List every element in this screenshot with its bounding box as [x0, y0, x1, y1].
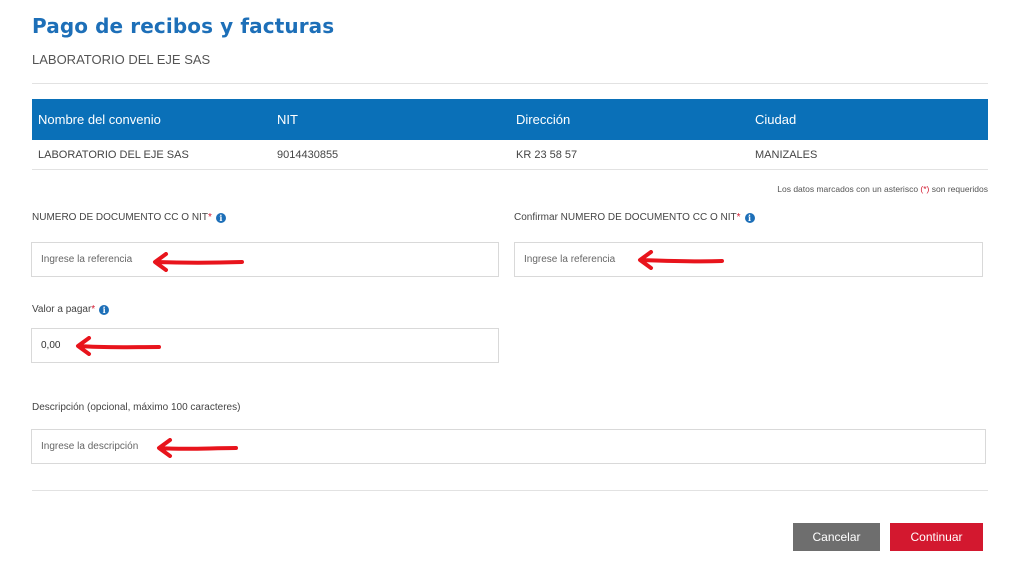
required-fields-note: Los datos marcados con un asterisco (*) … [777, 184, 988, 194]
annotation-arrow-icon [157, 438, 238, 458]
table-row: LABORATORIO DEL EJE SAS 9014430855 KR 23… [32, 140, 988, 170]
column-header-nit: NIT [277, 112, 298, 127]
continue-button[interactable]: Continuar [890, 523, 983, 551]
column-header-city: Ciudad [755, 112, 797, 127]
required-mark: * [736, 212, 741, 223]
description-label: Descripción (opcional, máximo 100 caract… [32, 402, 240, 413]
description-label-text: Descripción (opcional, máximo 100 caract… [32, 402, 241, 413]
required-mark: * [207, 212, 212, 223]
page-title: Pago de recibos y facturas [32, 14, 335, 38]
cell-address: KR 23 58 57 [516, 148, 578, 161]
cell-city: MANIZALES [755, 148, 818, 161]
company-name: LABORATORIO DEL EJE SAS [32, 52, 211, 67]
cell-nit: 9014430855 [277, 148, 339, 161]
amount-label: Valor a pagar * i [32, 304, 110, 315]
document-input[interactable]: Ingrese la referencia [31, 242, 499, 277]
confirm-document-label: Confirmar NUMERO DE DOCUMENTO CC O NIT *… [514, 212, 755, 223]
confirm-document-input[interactable]: Ingrese la referencia [514, 242, 983, 277]
required-mark: * [91, 304, 96, 315]
info-icon[interactable]: i [99, 304, 110, 315]
cancel-button[interactable]: Cancelar [793, 523, 880, 551]
column-header-address: Dirección [516, 112, 571, 127]
document-label-text: NUMERO DE DOCUMENTO CC O NIT [32, 212, 208, 223]
table-header: Nombre del convenio NIT Dirección Ciudad [32, 99, 988, 140]
required-note-text: Los datos marcados con un asterisco [777, 184, 921, 194]
annotation-arrow-icon [638, 250, 724, 270]
document-label: NUMERO DE DOCUMENTO CC O NIT * i [32, 212, 226, 223]
column-header-name: Nombre del convenio [38, 112, 161, 127]
info-icon[interactable]: i [215, 212, 226, 223]
form-divider [32, 490, 988, 491]
header-divider [32, 83, 988, 84]
confirm-document-label-text: Confirmar NUMERO DE DOCUMENTO CC O NIT [514, 212, 737, 223]
annotation-arrow-icon [153, 252, 244, 272]
amount-label-text: Valor a pagar [32, 304, 92, 315]
annotation-arrow-icon [76, 336, 161, 356]
cell-name: LABORATORIO DEL EJE SAS [38, 148, 189, 161]
required-note-suffix: son requeridos [929, 184, 988, 194]
agreement-table: Nombre del convenio NIT Dirección Ciudad… [32, 99, 988, 170]
info-icon[interactable]: i [744, 212, 755, 223]
